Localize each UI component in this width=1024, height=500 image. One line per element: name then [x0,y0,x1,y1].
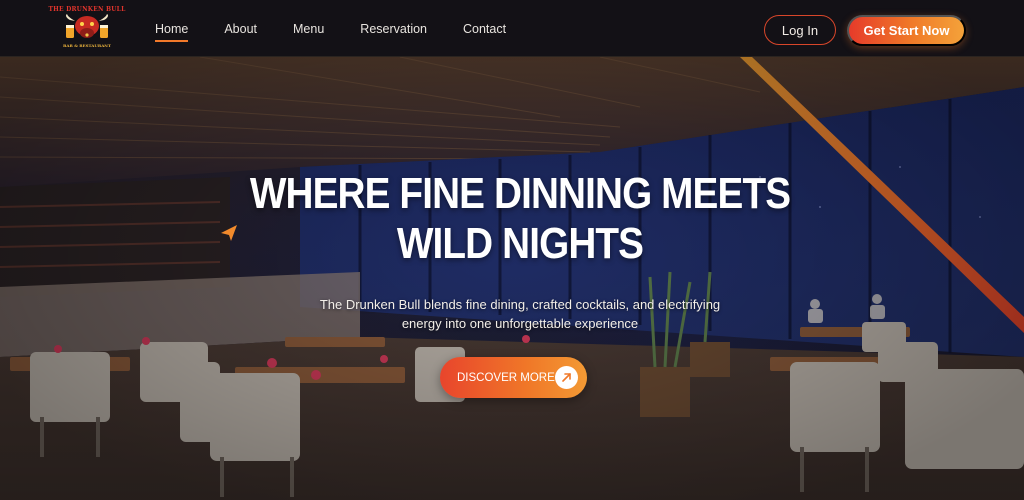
bull-icon [66,14,108,38]
hero-subtitle-line-2: energy into one unforgettable experience [401,316,639,331]
hero-title-line-2: WILD NIGHTS [396,219,644,268]
hero-subtitle-line-1: The Drunken Bull blends fine dining, cra… [319,297,721,312]
hero-subtitle: The Drunken Bull blends fine dining, cra… [270,295,770,333]
hero-overlay [0,57,1024,500]
nav-item-about[interactable]: About [224,0,257,57]
nav-item-reservation[interactable]: Reservation [360,0,427,57]
logo-top-text: THE DRUNKEN BULL [48,6,126,13]
hero-title-line-1: WHERE FINE DINNING MEETS [249,169,791,218]
discover-more-button[interactable]: DISCOVER MORE [440,357,587,398]
logo-bottom-text: BAR & RESTAURANT [63,43,111,48]
main-nav: Home About Menu Reservation Contact [155,0,542,57]
nav-item-contact[interactable]: Contact [463,0,506,57]
nav-item-menu[interactable]: Menu [293,0,324,57]
cursor-icon [221,225,237,241]
site-header: THE DRUNKEN BULL BAR & RESTAURANT Home A… [0,0,1024,57]
get-started-button[interactable]: Get Start Now [847,15,966,46]
hero-section: WHERE FINE DINNING MEETS WILD NIGHTS The… [0,57,1024,500]
brand-logo[interactable]: THE DRUNKEN BULL BAR & RESTAURANT [49,6,126,52]
arrow-up-right-icon [555,366,578,389]
hero-title: WHERE FINE DINNING MEETS WILD NIGHTS [249,169,791,269]
discover-more-label: DISCOVER MORE [457,371,555,384]
login-button[interactable]: Log In [764,15,836,45]
nav-item-home[interactable]: Home [155,0,189,57]
